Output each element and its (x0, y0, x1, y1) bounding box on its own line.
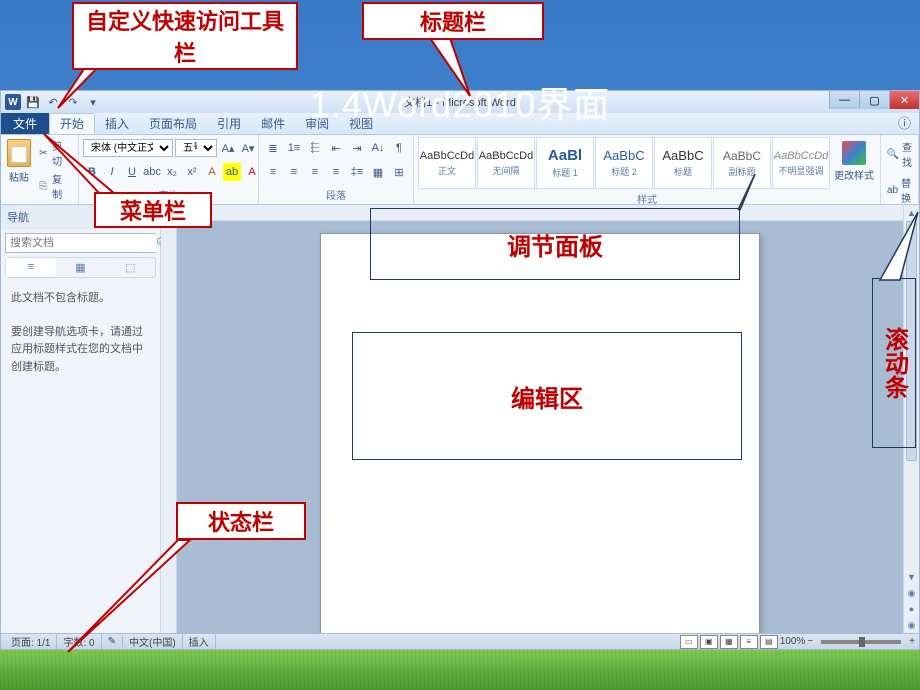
change-styles-label: 更改样式 (834, 167, 874, 182)
view-print-layout[interactable]: ▭ (680, 635, 698, 649)
callout-editor-text: 编辑区 (511, 379, 583, 414)
find-label: 查找 (902, 139, 912, 169)
browse-object-button[interactable]: ● (904, 601, 919, 617)
group-paragraph: ≣ 1≡ ⬱ ⇤ ⇥ A↓ ¶ ≡ ≡ ≡ ≡ ‡≡ ▦ ⊞ (259, 135, 414, 204)
align-right-button[interactable]: ≡ (305, 163, 325, 181)
style-heading1[interactable]: AaBl标题 1 (536, 137, 594, 189)
decrease-indent-button[interactable]: ⇤ (326, 139, 346, 157)
text-effects-button[interactable]: A (203, 163, 221, 181)
nav-tab-pages[interactable]: ▦ (56, 258, 106, 277)
zoom-level[interactable]: 100% (780, 636, 806, 647)
group-styles: AaBbCcDd正文 AaBbCcDd无间隔 AaBl标题 1 AaBbC标题 … (414, 135, 881, 204)
highlight-button[interactable]: ab (223, 163, 241, 181)
nav-msg2: 要创建导航选项卡，请通过应用标题样式在您的文档中创建标题。 (1, 316, 160, 385)
shading-button[interactable]: ▦ (368, 163, 388, 181)
callout-menubar-text: 菜单栏 (120, 194, 186, 226)
style-heading2[interactable]: AaBbC标题 2 (595, 137, 653, 189)
callout-qat-text: 自定义快速访问工具栏 (84, 4, 286, 68)
font-size-select[interactable]: 五号 (175, 139, 217, 157)
group-paragraph-label: 段落 (263, 187, 409, 204)
nav-msg1: 此文档不包含标题。 (1, 282, 160, 316)
status-page[interactable]: 页面: 1/1 (5, 634, 57, 649)
replace-icon: ab (887, 184, 898, 196)
change-styles-icon (842, 141, 866, 165)
view-outline[interactable]: ≡ (740, 635, 758, 649)
strike-button[interactable]: abc (143, 163, 161, 181)
callout-menubar: 菜单栏 (94, 192, 212, 228)
callout-statusbar: 状态栏 (176, 502, 306, 540)
callout-palette: 调节面板 (370, 208, 740, 280)
sort-button[interactable]: A↓ (368, 139, 388, 157)
scroll-down-button[interactable]: ▼ (904, 569, 919, 585)
styles-gallery[interactable]: AaBbCcDd正文 AaBbCcDd无间隔 AaBl标题 1 AaBbC标题 … (418, 137, 830, 191)
group-editing: 🔍查找 ab替换 ⬚选择 编辑 (881, 135, 919, 204)
zoom-out-button[interactable]: − (807, 636, 813, 647)
callout-palette-text: 调节面板 (507, 227, 603, 262)
callout-editor: 编辑区 (352, 332, 742, 460)
numbering-button[interactable]: 1≡ (284, 139, 304, 157)
nav-tab-results[interactable]: ⬚ (105, 258, 155, 277)
nav-search: 🔍 (5, 233, 156, 253)
justify-button[interactable]: ≡ (326, 163, 346, 181)
align-center-button[interactable]: ≡ (284, 163, 304, 181)
callout-titlebar: 标题栏 (362, 2, 544, 40)
view-draft[interactable]: ▤ (760, 635, 778, 649)
superscript-button[interactable]: x² (183, 163, 201, 181)
zoom-slider-thumb[interactable] (859, 637, 865, 647)
subscript-button[interactable]: x₂ (163, 163, 181, 181)
zoom-slider[interactable] (821, 640, 901, 644)
borders-button[interactable]: ⊞ (389, 163, 409, 181)
show-marks-button[interactable]: ¶ (389, 139, 409, 157)
change-styles-button[interactable]: 更改样式 (832, 137, 876, 185)
view-full-screen[interactable]: ▣ (700, 635, 718, 649)
next-page-button[interactable]: ◉ (904, 617, 919, 633)
paste-icon (7, 139, 31, 167)
find-button[interactable]: 🔍查找 (885, 137, 914, 171)
align-left-button[interactable]: ≡ (263, 163, 283, 181)
callout-statusbar-text: 状态栏 (208, 505, 274, 537)
nav-title-text: 导航 (7, 209, 29, 225)
style-normal[interactable]: AaBbCcDd正文 (418, 137, 476, 189)
shrink-font-button[interactable]: A▾ (239, 139, 257, 157)
increase-indent-button[interactable]: ⇥ (347, 139, 367, 157)
callout-titlebar-text: 标题栏 (420, 5, 486, 37)
bullets-button[interactable]: ≣ (263, 139, 283, 157)
paste-label: 粘贴 (9, 169, 29, 184)
grow-font-button[interactable]: A▴ (219, 139, 237, 157)
nav-tab-headings[interactable]: ≡ (6, 258, 56, 277)
view-web-layout[interactable]: ▦ (720, 635, 738, 649)
underline-button[interactable]: U (123, 163, 141, 181)
callout-scrollbar: 滚动条 (872, 278, 916, 448)
callout-scrollbar-text: 滚动条 (877, 327, 912, 399)
style-subtle-emphasis[interactable]: AaBbCcDd不明显强调 (772, 137, 830, 189)
paste-button[interactable]: 粘贴 (5, 137, 33, 185)
replace-button[interactable]: ab替换 (885, 173, 914, 207)
replace-label: 替换 (901, 175, 912, 205)
style-no-spacing[interactable]: AaBbCcDd无间隔 (477, 137, 535, 189)
prev-page-button[interactable]: ◉ (904, 585, 919, 601)
multilevel-button[interactable]: ⬱ (305, 139, 325, 157)
nav-tabs: ≡ ▦ ⬚ (5, 257, 156, 278)
nav-search-input[interactable] (6, 234, 156, 252)
callout-qat: 自定义快速访问工具栏 (72, 2, 298, 70)
find-icon: 🔍 (887, 148, 899, 160)
line-spacing-button[interactable]: ‡≡ (347, 163, 367, 181)
zoom-in-button[interactable]: + (909, 636, 915, 647)
